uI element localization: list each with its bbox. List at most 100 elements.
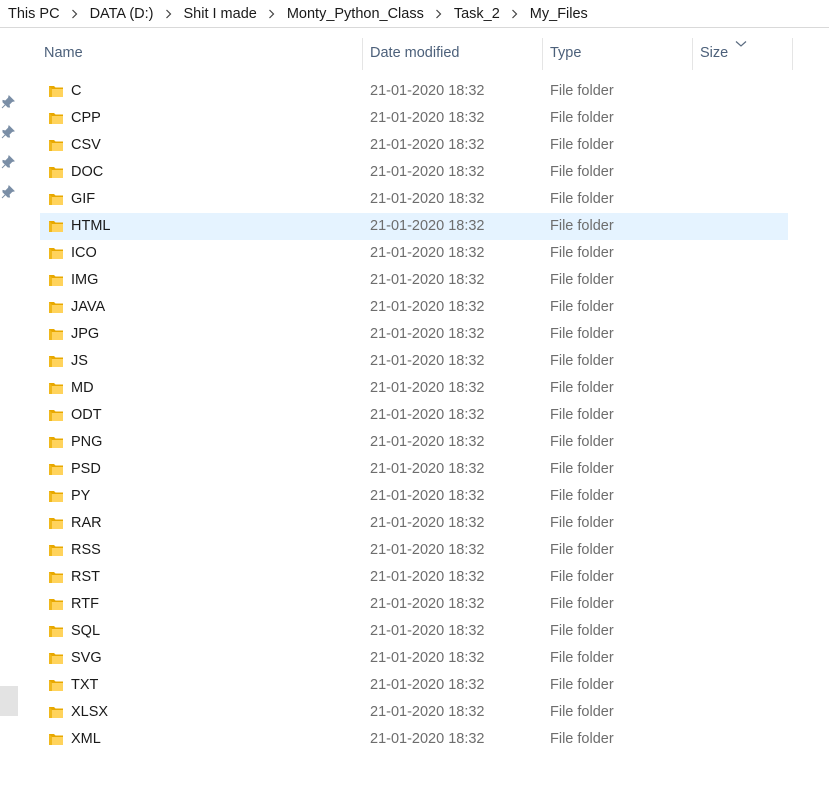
file-type: File folder [550,218,614,234]
file-name: ICO [71,245,97,261]
folder-icon [48,110,64,126]
table-row[interactable]: PSD 21-01-2020 18:32 File folder [40,456,788,483]
file-type: File folder [550,677,614,693]
pin-icon[interactable] [1,125,15,139]
date-modified: 21-01-2020 18:32 [370,83,485,99]
breadcrumb-item[interactable]: Shit I made [179,1,260,27]
column-divider[interactable] [362,38,363,70]
table-row[interactable]: PY 21-01-2020 18:32 File folder [40,483,788,510]
file-type: File folder [550,623,614,639]
date-modified: 21-01-2020 18:32 [370,272,485,288]
breadcrumb-item[interactable]: This PC [4,1,64,27]
chevron-right-icon[interactable] [428,1,450,27]
date-modified: 21-01-2020 18:32 [370,245,485,261]
chevron-down-icon [735,36,747,47]
date-modified: 21-01-2020 18:32 [370,299,485,315]
table-row[interactable]: SVG 21-01-2020 18:32 File folder [40,645,788,672]
table-row[interactable]: CSV 21-01-2020 18:32 File folder [40,132,788,159]
column-header-type[interactable]: Type [550,36,690,70]
file-type: File folder [550,245,614,261]
column-header-date[interactable]: Date modified [370,36,540,70]
file-type: File folder [550,488,614,504]
table-row[interactable]: JPG 21-01-2020 18:32 File folder [40,321,788,348]
table-row[interactable]: XLSX 21-01-2020 18:32 File folder [40,699,788,726]
date-modified: 21-01-2020 18:32 [370,191,485,207]
date-modified: 21-01-2020 18:32 [370,677,485,693]
file-name: JPG [71,326,100,342]
column-divider[interactable] [792,38,793,70]
table-row[interactable]: RTF 21-01-2020 18:32 File folder [40,591,788,618]
scrollbar-thumb[interactable] [0,686,18,716]
folder-icon [48,596,64,612]
column-divider[interactable] [692,38,693,70]
date-modified: 21-01-2020 18:32 [370,380,485,396]
date-modified: 21-01-2020 18:32 [370,110,485,126]
folder-icon [48,542,64,558]
file-type: File folder [550,542,614,558]
folder-icon [48,137,64,153]
date-modified: 21-01-2020 18:32 [370,569,485,585]
date-modified: 21-01-2020 18:32 [370,488,485,504]
file-type: File folder [550,326,614,342]
table-row[interactable]: RSS 21-01-2020 18:32 File folder [40,537,788,564]
table-row[interactable]: PNG 21-01-2020 18:32 File folder [40,429,788,456]
table-row[interactable]: IMG 21-01-2020 18:32 File folder [40,267,788,294]
file-name: TXT [71,677,99,693]
table-row[interactable]: ODT 21-01-2020 18:32 File folder [40,402,788,429]
file-type: File folder [550,137,614,153]
chevron-right-icon[interactable] [64,1,86,27]
table-row[interactable]: TXT 21-01-2020 18:32 File folder [40,672,788,699]
chevron-right-icon[interactable] [157,1,179,27]
table-row[interactable]: DOC 21-01-2020 18:32 File folder [40,159,788,186]
breadcrumb-item[interactable]: Task_2 [450,1,504,27]
file-type: File folder [550,110,614,126]
table-row[interactable]: MD 21-01-2020 18:32 File folder [40,375,788,402]
file-name: SVG [71,650,102,666]
breadcrumb-item[interactable]: DATA (D:) [86,1,158,27]
chevron-right-icon[interactable] [504,1,526,27]
folder-icon [48,83,64,99]
file-type: File folder [550,407,614,423]
folder-icon [48,461,64,477]
table-row[interactable]: HTML 21-01-2020 18:32 File folder [40,213,788,240]
file-name: HTML [71,218,111,234]
folder-icon [48,218,64,234]
folder-icon [48,569,64,585]
column-header: Name Date modified Type Size [20,36,829,72]
table-row[interactable]: XML 21-01-2020 18:32 File folder [40,726,788,753]
folder-icon [48,326,64,342]
file-name: XLSX [71,704,109,720]
pin-icon[interactable] [1,155,15,169]
file-name: PSD [71,461,101,477]
file-name: JS [71,353,88,369]
folder-icon [48,407,64,423]
folder-icon [48,677,64,693]
table-row[interactable]: GIF 21-01-2020 18:32 File folder [40,186,788,213]
file-name: SQL [71,623,101,639]
pin-icon[interactable] [1,95,15,109]
file-name: RAR [71,515,102,531]
table-row[interactable]: CPP 21-01-2020 18:32 File folder [40,105,788,132]
table-row[interactable]: C 21-01-2020 18:32 File folder [40,78,788,105]
table-row[interactable]: RST 21-01-2020 18:32 File folder [40,564,788,591]
folder-icon [48,623,64,639]
table-row[interactable]: RAR 21-01-2020 18:32 File folder [40,510,788,537]
pin-icon[interactable] [1,185,15,199]
table-row[interactable]: JAVA 21-01-2020 18:32 File folder [40,294,788,321]
table-row[interactable]: SQL 21-01-2020 18:32 File folder [40,618,788,645]
file-type: File folder [550,380,614,396]
column-header-name[interactable]: Name [44,36,362,70]
breadcrumb-item[interactable]: My_Files [526,1,592,27]
folder-icon [48,488,64,504]
file-type: File folder [550,83,614,99]
column-divider[interactable] [542,38,543,70]
breadcrumb-item[interactable]: Monty_Python_Class [283,1,428,27]
file-name: GIF [71,191,96,207]
file-name: RSS [71,542,101,558]
file-type: File folder [550,731,614,747]
chevron-right-icon[interactable] [261,1,283,27]
table-row[interactable]: ICO 21-01-2020 18:32 File folder [40,240,788,267]
folder-icon [48,704,64,720]
table-row[interactable]: JS 21-01-2020 18:32 File folder [40,348,788,375]
file-type: File folder [550,596,614,612]
